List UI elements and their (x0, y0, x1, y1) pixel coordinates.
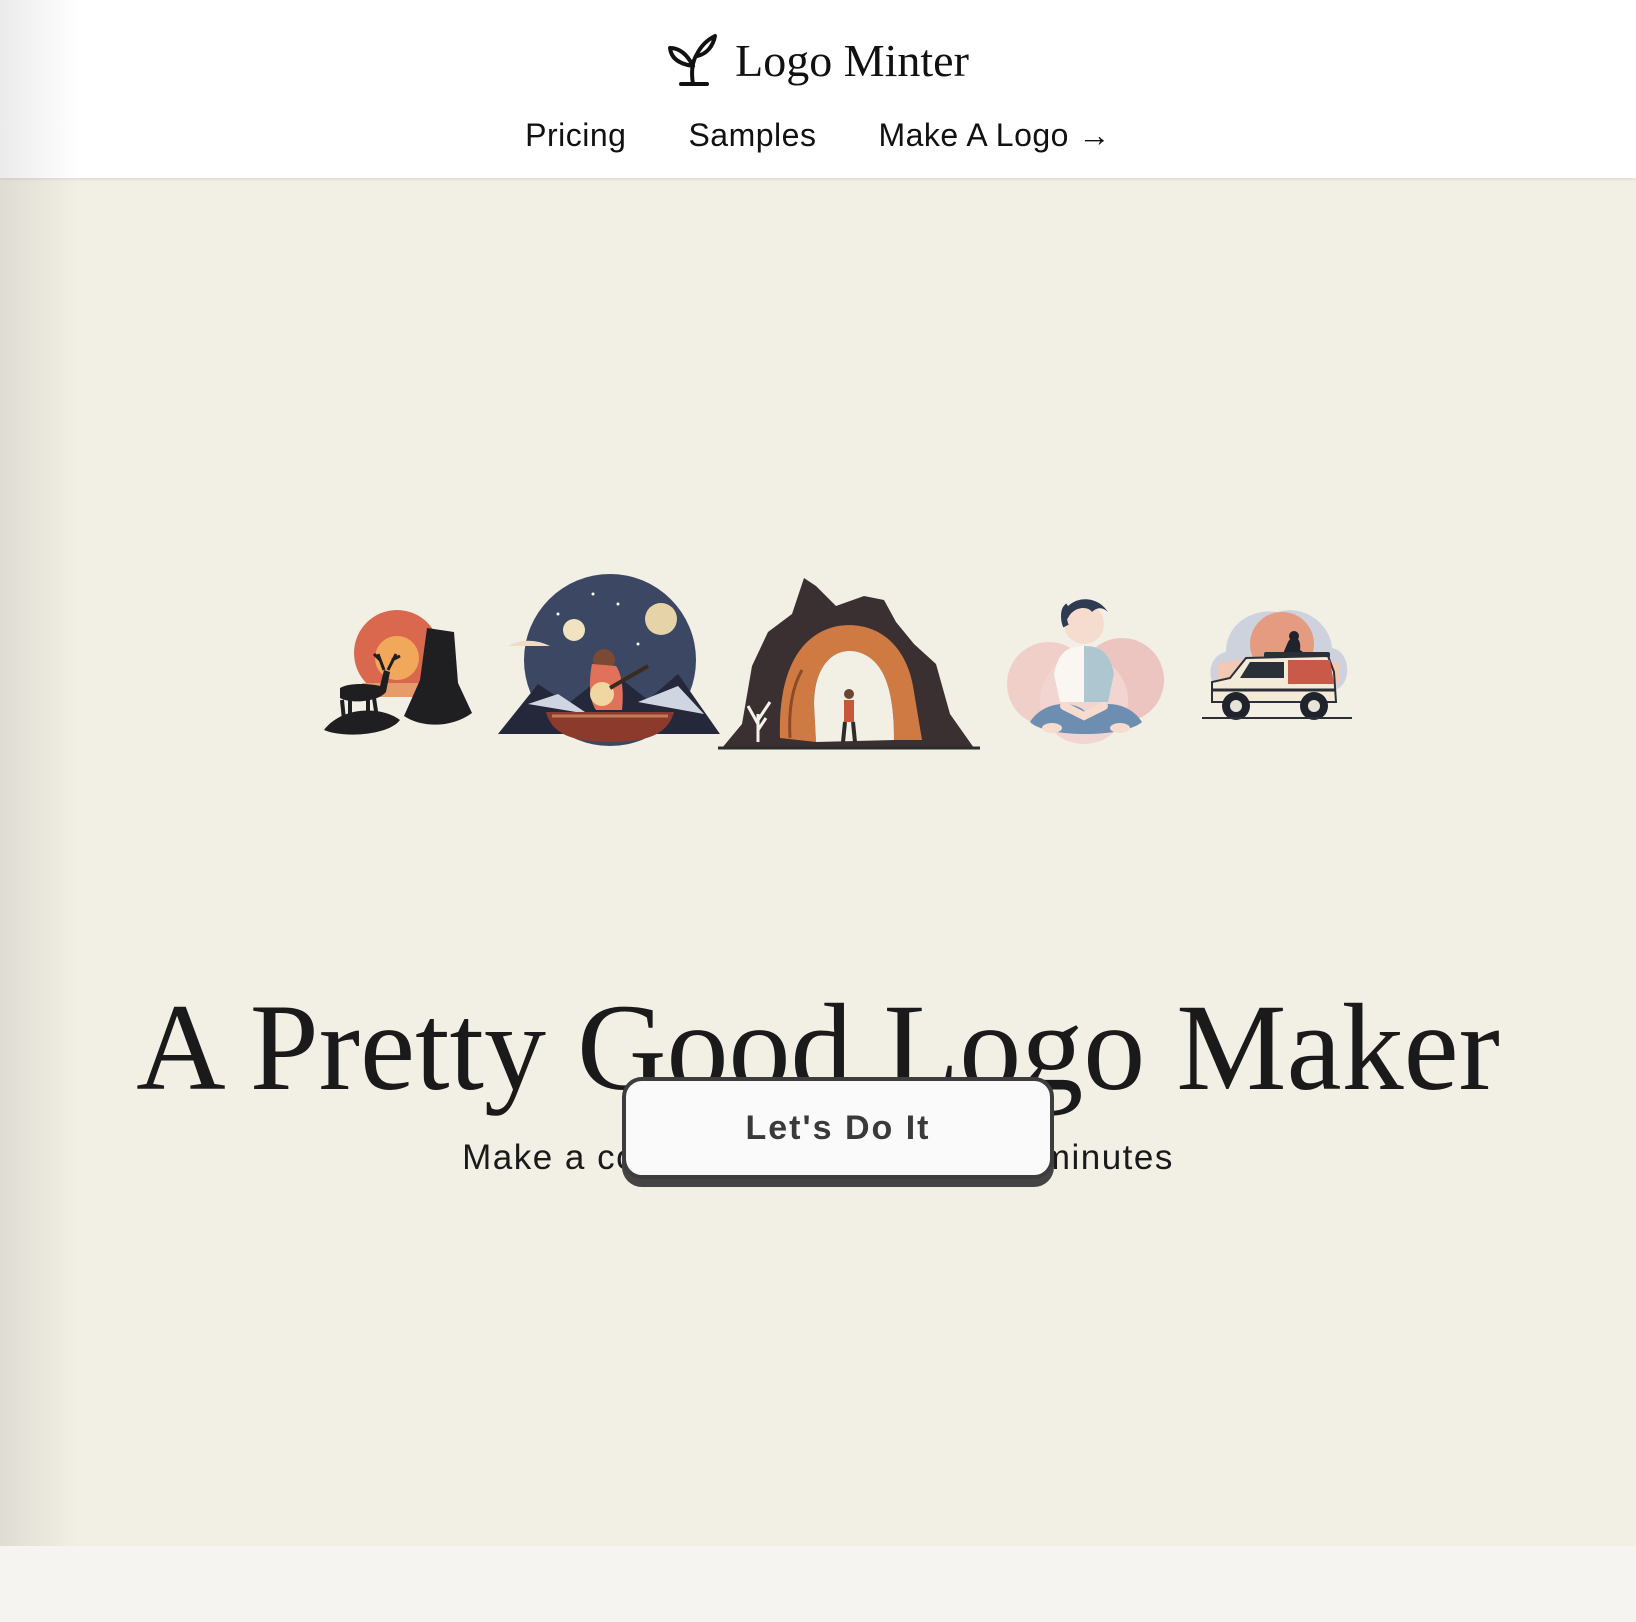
rock-arch-illustration (718, 578, 980, 750)
lets-do-it-button[interactable]: Let's Do It (622, 1077, 1054, 1179)
meditating-woman-illustration (1007, 599, 1164, 744)
footer-band (0, 1546, 1636, 1622)
site-header: Logo Minter Pricing Samples Make A Logo … (0, 0, 1636, 178)
deer-sunset-illustration (324, 610, 472, 735)
nav-samples-link[interactable]: Samples (688, 117, 816, 154)
nav-make-a-logo-link[interactable]: Make A Logo → (878, 117, 1110, 154)
brand-name: Logo Minter (735, 34, 969, 86)
sprout-icon (668, 34, 718, 86)
canoe-guitar-illustration (498, 574, 720, 746)
vintage-car-illustration (1202, 610, 1352, 720)
nav-pricing-link[interactable]: Pricing (525, 117, 626, 154)
hero-section: A Pretty Good Logo Maker Make a complete… (0, 178, 1636, 1546)
brand-logo[interactable]: Logo Minter (0, 30, 1636, 90)
main-nav: Pricing Samples Make A Logo → (0, 117, 1636, 154)
